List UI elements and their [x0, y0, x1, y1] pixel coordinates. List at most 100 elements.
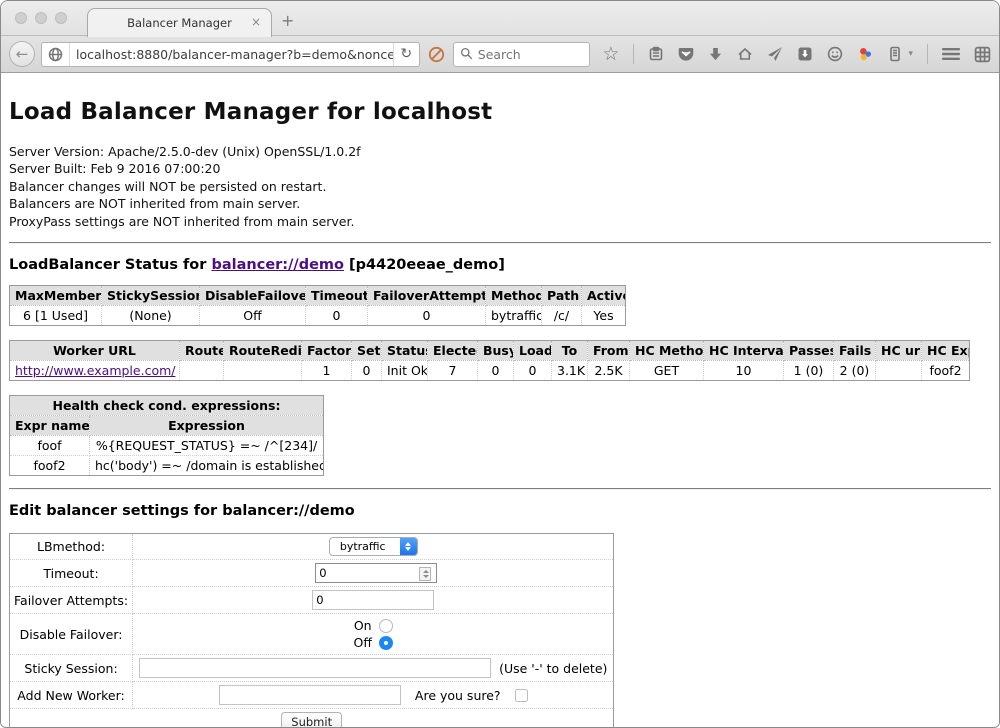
form-row-sticky-session: Sticky Session: (Use '-' to delete) — [10, 655, 614, 682]
form-row-failover-attempts: Failover Attempts: — [10, 587, 614, 614]
minimize-window-button[interactable] — [35, 12, 47, 24]
bookmark-star-icon[interactable]: ☆ — [602, 45, 619, 63]
tab-balancer-manager[interactable]: Balancer Manager × — [87, 8, 272, 37]
submit-button[interactable]: Submit — [281, 712, 342, 727]
failover-attempts-label: Failover Attempts: — [10, 587, 133, 614]
timeout-label: Timeout: — [10, 560, 133, 587]
col-path: Path — [542, 286, 582, 306]
col-disablefailover: DisableFailover — [200, 286, 306, 306]
col-failoverattempts: FailoverAttempts — [368, 286, 486, 306]
notice-inherit: Balancers are NOT inherited from main se… — [9, 195, 991, 212]
window-controls — [15, 12, 67, 24]
bookmarks-panel-icon[interactable] — [648, 46, 664, 62]
menu-hamburger-icon[interactable] — [942, 47, 960, 61]
form-row-add-worker: Add New Worker: Are you sure? — [10, 682, 614, 709]
toolbar-separator-2 — [927, 44, 928, 64]
pocket-icon[interactable] — [678, 46, 694, 62]
health-check-table: Health check cond. expressions: Expr nam… — [9, 395, 324, 476]
sticky-session-input[interactable] — [139, 658, 491, 678]
col-timeout: Timeout — [306, 286, 368, 306]
health-expr-row: foof2 hc('body') =~ /domain is establish… — [10, 456, 324, 476]
status-heading-prefix: LoadBalancer Status for — [9, 257, 211, 273]
reload-icon[interactable]: ↻ — [393, 43, 419, 66]
url-text[interactable]: localhost:8880/balancer-manager?b=demo&n… — [70, 47, 393, 62]
form-row-submit: Submit — [10, 709, 614, 727]
notice-proxypass: ProxyPass settings are NOT inherited fro… — [9, 213, 991, 230]
search-bar[interactable] — [453, 42, 591, 67]
col-maxmembers: MaxMembers — [10, 286, 102, 306]
lbmethod-selected-value: bytraffic — [330, 540, 400, 553]
radio-on[interactable] — [379, 619, 393, 633]
page-content: Load Balancer Manager for localhost Serv… — [1, 73, 999, 727]
radio-on-label: On — [354, 617, 372, 634]
radio-off[interactable] — [379, 636, 393, 650]
back-button[interactable]: ← — [9, 41, 35, 67]
divider — [9, 488, 991, 490]
home-icon[interactable] — [737, 46, 753, 62]
sticky-session-label: Sticky Session: — [10, 655, 133, 682]
health-expr-row: foof %{REQUEST_STATUS} =~ /^[234]/ — [10, 436, 324, 456]
server-version: Server Version: Apache/2.5.0-dev (Unix) … — [9, 143, 991, 160]
health-table-title: Health check cond. expressions: — [10, 396, 324, 416]
downloads-icon[interactable] — [708, 47, 723, 62]
tab-bar: Balancer Manager × + — [1, 1, 999, 36]
health-table-header-row: Expr name Expression — [10, 416, 324, 436]
extension-clipboard-icon[interactable] — [888, 46, 902, 62]
number-stepper-icon[interactable] — [419, 567, 431, 581]
col-expr-name: Expr name — [10, 416, 90, 436]
edit-settings-heading: Edit balancer settings for balancer://de… — [9, 503, 991, 519]
zoom-window-button[interactable] — [55, 12, 67, 24]
edit-balancer-form: LBmethod: bytraffic Timeout: Failover At… — [9, 533, 614, 727]
lbmethod-select[interactable]: bytraffic — [329, 537, 418, 556]
navigation-toolbar: ← localhost:8880/balancer-manager?b=demo… — [1, 36, 999, 73]
feedback-smiley-icon[interactable] — [827, 46, 843, 62]
lbmethod-label: LBmethod: — [10, 534, 133, 560]
extension-colordots-icon[interactable] — [857, 46, 874, 63]
form-row-lbmethod: LBmethod: bytraffic — [10, 534, 614, 560]
balancer-status-table: MaxMembers StickySession DisableFailover… — [9, 285, 626, 326]
worker-url-link[interactable]: http://www.example.com/ — [15, 363, 175, 378]
status-heading: LoadBalancer Status for balancer://demo … — [9, 257, 991, 273]
col-worker-url: Worker URL — [10, 341, 180, 361]
download-box-icon[interactable] — [797, 46, 813, 62]
worker-table: Worker URL Route RouteRedir Factor Set S… — [9, 340, 970, 381]
browser-window: Balancer Manager × + ← localhost:8880/ba… — [0, 0, 1000, 728]
add-worker-input[interactable] — [219, 685, 401, 705]
disable-failover-label: Disable Failover: — [10, 614, 133, 655]
col-expression: Expression — [90, 416, 324, 436]
toolbar-separator — [633, 44, 634, 64]
select-stepper-icon — [400, 537, 417, 556]
status-heading-suffix: [p4420eeae_demo] — [344, 257, 505, 273]
worker-row: http://www.example.com/ 1 0 Init Ok 7 0 … — [10, 361, 970, 381]
table-header-row: MaxMembers StickySession DisableFailover… — [10, 286, 626, 306]
globe-icon[interactable] — [42, 43, 70, 66]
server-built: Server Built: Feb 9 2016 07:00:20 — [9, 160, 991, 177]
radio-off-label: Off — [354, 634, 372, 651]
sticky-session-hint: (Use '-' to delete) — [499, 661, 607, 676]
balancer-demo-link[interactable]: balancer://demo — [211, 257, 344, 273]
send-plane-icon[interactable] — [767, 46, 783, 62]
tab-close-icon[interactable]: × — [251, 16, 261, 28]
table-header-row: Worker URL Route RouteRedir Factor Set S… — [10, 341, 970, 361]
col-active: Active — [582, 286, 626, 306]
new-tab-button[interactable]: + — [281, 13, 294, 29]
form-row-disable-failover: Disable Failover: On Off — [10, 614, 614, 655]
chevron-down-icon[interactable]: ▾ — [908, 49, 913, 59]
tab-grid-icon[interactable] — [974, 46, 991, 63]
search-icon — [460, 45, 473, 64]
page-title: Load Balancer Manager for localhost — [9, 99, 991, 125]
health-table-title-row: Health check cond. expressions: — [10, 396, 324, 416]
notice-persist: Balancer changes will NOT be persisted o… — [9, 178, 991, 195]
confirm-label: Are you sure? — [415, 688, 501, 703]
add-worker-label: Add New Worker: — [10, 682, 133, 709]
search-input[interactable] — [478, 47, 578, 62]
divider — [9, 242, 991, 244]
url-bar[interactable]: localhost:8880/balancer-manager?b=demo&n… — [41, 42, 420, 67]
col-stickysession: StickySession — [102, 286, 200, 306]
adblock-icon[interactable] — [428, 46, 445, 63]
close-window-button[interactable] — [15, 12, 27, 24]
failover-attempts-input[interactable] — [312, 590, 434, 610]
server-info: Server Version: Apache/2.5.0-dev (Unix) … — [9, 143, 991, 230]
confirm-checkbox[interactable] — [515, 689, 528, 702]
table-row: 6 [1 Used] (None) Off 0 0 bytraffic /c/ … — [10, 306, 626, 326]
